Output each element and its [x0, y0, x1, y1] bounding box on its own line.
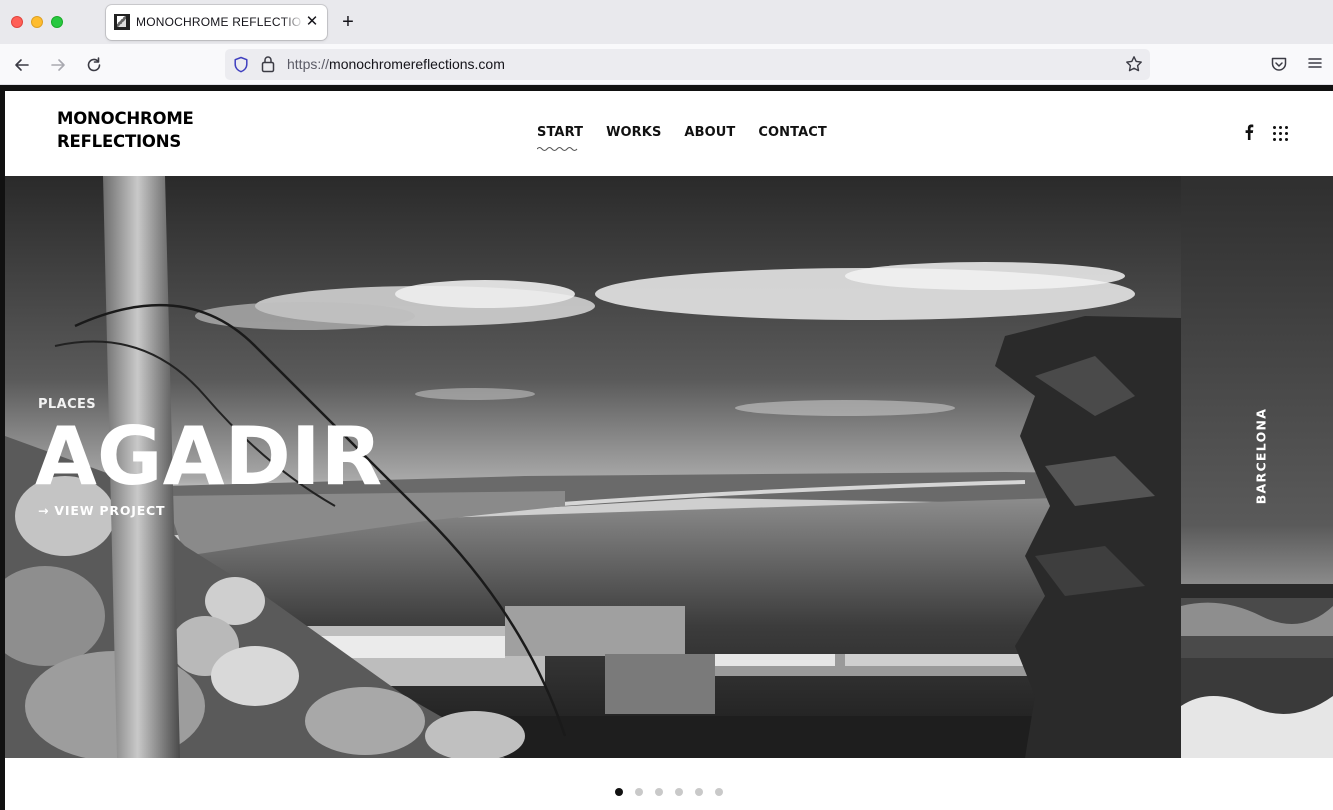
tab-title: MONOCHROME REFLECTIONS | Photography — [136, 15, 302, 29]
slider-dot-5[interactable] — [695, 788, 703, 796]
new-tab-button[interactable]: + — [338, 12, 358, 32]
slider-dot-2[interactable] — [635, 788, 643, 796]
close-window-button[interactable] — [11, 16, 23, 28]
back-button[interactable] — [9, 52, 35, 78]
browser-tab-bar: MONOCHROME REFLECTIONS | Photography ✕ + — [0, 0, 1333, 44]
browser-tab[interactable]: MONOCHROME REFLECTIONS | Photography ✕ — [106, 5, 327, 40]
hero-title: AGADIR — [35, 410, 383, 503]
pocket-icon[interactable] — [1270, 55, 1288, 73]
minimize-window-button[interactable] — [31, 16, 43, 28]
main-navigation: START WORKS ABOUT CONTACT — [537, 125, 850, 140]
slider-dot-1[interactable] — [615, 788, 623, 796]
address-bar[interactable]: https://monochromereflections.com — [225, 49, 1150, 80]
arrow-right-icon — [51, 59, 65, 71]
slider-pagination — [615, 788, 723, 796]
maximize-window-button[interactable] — [51, 16, 63, 28]
slider-dot-4[interactable] — [675, 788, 683, 796]
url-text[interactable]: https://monochromereflections.com — [287, 56, 505, 72]
view-project-link[interactable]: → VIEW PROJECT — [38, 503, 165, 518]
close-tab-icon[interactable]: ✕ — [304, 14, 320, 30]
hero-slide[interactable]: PLACES AGADIR → VIEW PROJECT — [5, 176, 1181, 758]
star-icon[interactable] — [1125, 55, 1143, 73]
logo-line-1: MONOCHROME — [57, 109, 194, 128]
logo-line-2: REFLECTIONS — [57, 132, 182, 151]
slider-dot-6[interactable] — [715, 788, 723, 796]
nav-start[interactable]: START — [537, 125, 583, 140]
tab-title-fade — [282, 9, 304, 35]
reload-icon — [87, 57, 101, 72]
reload-button[interactable] — [81, 52, 107, 78]
slider-dot-3[interactable] — [655, 788, 663, 796]
next-slide-title[interactable]: BARCELONA — [1254, 408, 1269, 505]
shield-icon[interactable] — [233, 56, 249, 73]
nav-works[interactable]: WORKS — [606, 125, 661, 140]
facebook-icon[interactable] — [1244, 124, 1254, 140]
site-logo[interactable]: MONOCHROME REFLECTIONS — [57, 107, 194, 153]
nav-about[interactable]: ABOUT — [684, 125, 735, 140]
favicon-icon — [114, 14, 130, 30]
arrow-left-icon — [15, 59, 29, 71]
nav-contact[interactable]: CONTACT — [758, 125, 827, 140]
browser-toolbar: https://monochromereflections.com — [0, 44, 1333, 85]
next-slide-preview[interactable]: BARCELONA — [1181, 176, 1333, 758]
active-nav-wave-underline — [537, 147, 578, 151]
grid-dots-icon[interactable] — [1273, 126, 1288, 141]
hamburger-menu-icon[interactable] — [1307, 55, 1323, 71]
forward-button[interactable] — [45, 52, 71, 78]
lock-icon[interactable] — [261, 55, 275, 73]
site-header: MONOCHROME REFLECTIONS START WORKS ABOUT… — [5, 91, 1333, 176]
